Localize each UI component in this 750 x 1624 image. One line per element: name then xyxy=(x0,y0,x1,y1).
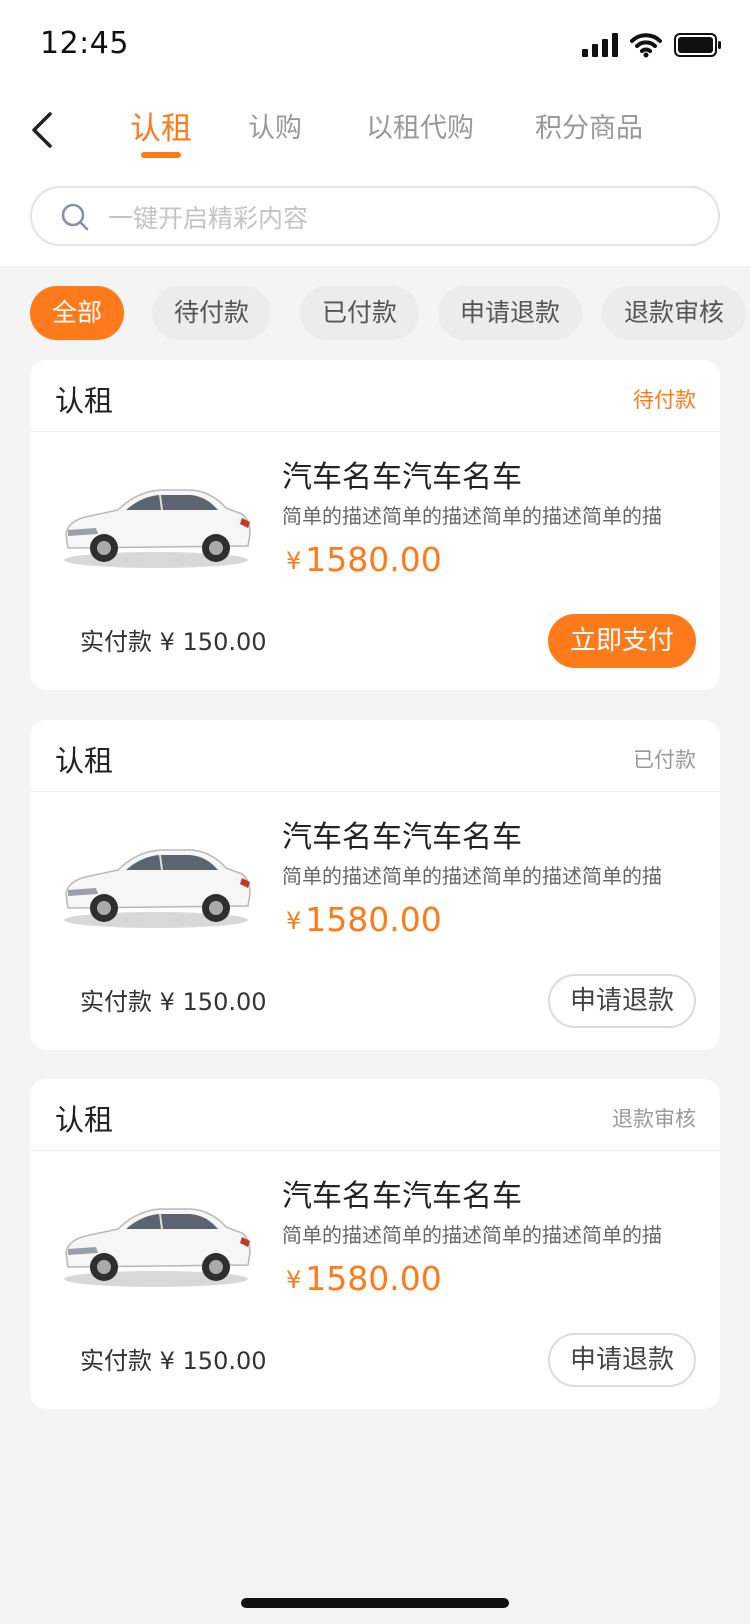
price-value: 1580.00 xyxy=(305,540,442,579)
search-input[interactable] xyxy=(108,198,698,238)
car-image xyxy=(64,849,251,928)
search-icon xyxy=(61,203,89,231)
currency-symbol: ¥ xyxy=(286,1266,302,1294)
filter-refund-review[interactable]: 退款审核 xyxy=(602,286,747,340)
status-time: 12:45 xyxy=(40,26,129,61)
order-card[interactable]: 认租 退款审核 汽车名车汽车名车 简单的描述简单的描述简单的描述简单的描 ¥15… xyxy=(30,1079,720,1409)
price-value: 1580.00 xyxy=(305,900,442,939)
tab-yizudaigou[interactable]: 以租代购 xyxy=(366,106,474,145)
order-card-header: 认租 退款审核 xyxy=(30,1079,720,1151)
car-image xyxy=(64,1208,251,1287)
order-card[interactable]: 认租 已付款 汽车名车汽车名车 简单的描述简单的描述简单的描述简单的描 ¥158… xyxy=(30,720,720,1050)
tab-jifenshangpin[interactable]: 积分商品 xyxy=(535,106,643,145)
battery-icon xyxy=(674,33,721,57)
order-type: 认租 xyxy=(55,384,114,418)
cellular-signal-icon xyxy=(582,33,618,57)
status-filter-bar: 全部 待付款 已付款 申请退款 退款审核 xyxy=(30,286,750,340)
filter-refund-request[interactable]: 申请退款 xyxy=(438,286,583,340)
paid-amount: 实付款 ¥ 150.00 xyxy=(80,988,267,1016)
order-type: 认租 xyxy=(55,744,114,778)
filter-pending-payment[interactable]: 待付款 xyxy=(152,286,272,340)
order-type: 认租 xyxy=(55,1103,114,1137)
wifi-icon xyxy=(630,33,662,58)
paid-amount: 实付款 ¥ 150.00 xyxy=(80,1347,267,1375)
home-indicator xyxy=(241,1598,509,1608)
search-bar xyxy=(30,186,720,246)
car-image xyxy=(64,489,251,568)
header-area: 12:45 认租 认购 以租代购 积分商品 xyxy=(0,0,750,266)
price-value: 1580.00 xyxy=(305,1259,442,1298)
order-status: 退款审核 xyxy=(612,1107,696,1131)
tab-rengou[interactable]: 认购 xyxy=(248,106,302,145)
status-icons xyxy=(582,30,722,60)
status-bar: 12:45 xyxy=(0,0,750,88)
product-name: 汽车名车汽车名车 xyxy=(282,1179,522,1214)
currency-symbol: ¥ xyxy=(286,547,302,575)
top-nav: 认租 认购 以租代购 积分商品 xyxy=(0,92,750,172)
order-card[interactable]: 认租 待付款 汽车名车汽车名车 简单的描述简单的描述简单的描述简单的描 ¥158… xyxy=(30,360,720,690)
tab-renzu[interactable]: 认租 xyxy=(130,103,192,148)
product-price: ¥1580.00 xyxy=(286,900,442,939)
filter-paid[interactable]: 已付款 xyxy=(300,286,420,340)
request-refund-button[interactable]: 申请退款 xyxy=(547,974,696,1028)
active-tab-indicator xyxy=(141,152,181,158)
order-status: 已付款 xyxy=(633,748,696,772)
product-price: ¥1580.00 xyxy=(286,1259,442,1298)
order-card-header: 认租 已付款 xyxy=(30,720,720,792)
product-description: 简单的描述简单的描述简单的描述简单的描 xyxy=(282,1223,662,1247)
product-name: 汽车名车汽车名车 xyxy=(282,820,522,855)
currency-symbol: ¥ xyxy=(286,907,302,935)
product-description: 简单的描述简单的描述简单的描述简单的描 xyxy=(282,864,662,888)
filter-all[interactable]: 全部 xyxy=(30,286,125,340)
product-price: ¥1580.00 xyxy=(286,540,442,579)
category-tabs: 认租 认购 以租代购 积分商品 xyxy=(0,92,750,172)
pay-now-button[interactable]: 立即支付 xyxy=(547,614,696,668)
product-description: 简单的描述简单的描述简单的描述简单的描 xyxy=(282,504,662,528)
paid-amount: 实付款 ¥ 150.00 xyxy=(80,628,267,656)
product-name: 汽车名车汽车名车 xyxy=(282,460,522,495)
request-refund-button[interactable]: 申请退款 xyxy=(547,1333,696,1387)
order-status: 待付款 xyxy=(633,388,696,412)
order-card-header: 认租 待付款 xyxy=(30,360,720,432)
